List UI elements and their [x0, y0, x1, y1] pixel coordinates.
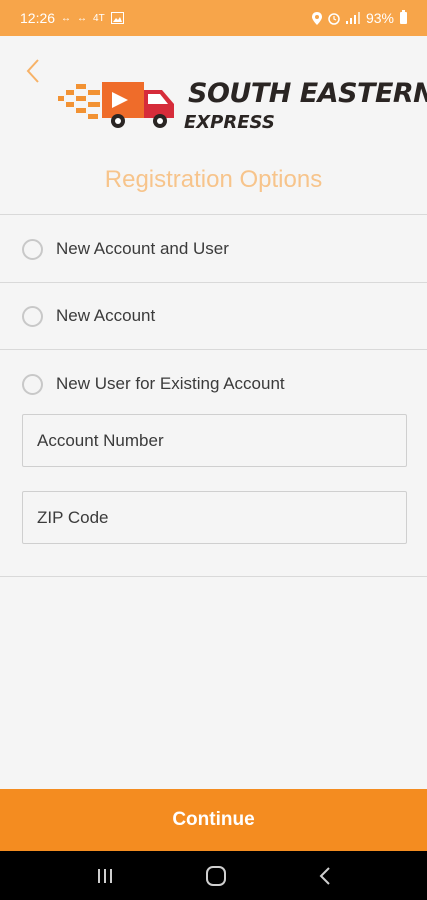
radio-button[interactable]	[22, 373, 43, 395]
status-bar: 12:26 ↔ ↔ 4T 93%	[0, 0, 427, 36]
page-title: Registration Options	[104, 166, 323, 193]
option-label: New Account	[56, 306, 156, 325]
divider	[0, 349, 427, 350]
option-new-account-and-user[interactable]: New Account and User	[0, 216, 427, 282]
data-transfer-icon: ↔	[77, 12, 88, 24]
network-type-icon: 4T	[93, 12, 105, 24]
option-new-account[interactable]: New Account	[0, 283, 427, 349]
logo-name: SOUTH EASTERN	[188, 78, 427, 109]
recents-icon[interactable]	[95, 867, 115, 885]
radio-button[interactable]	[22, 305, 43, 327]
divider	[0, 576, 427, 577]
option-label: New Account and User	[56, 239, 229, 258]
option-new-user-existing-account[interactable]: New User for Existing Account	[0, 351, 427, 417]
account-number-input[interactable]	[37, 430, 406, 451]
radio-button[interactable]	[22, 238, 43, 260]
data-transfer-icon: ↔	[61, 12, 72, 24]
zip-code-input[interactable]	[37, 507, 406, 528]
home-icon[interactable]	[205, 865, 227, 887]
account-number-field[interactable]	[22, 414, 407, 467]
chevron-left-icon	[26, 59, 39, 83]
signal-icon	[345, 12, 360, 24]
back-icon[interactable]	[318, 866, 332, 886]
battery-icon	[400, 10, 407, 24]
system-nav-bar	[0, 851, 427, 900]
alarm-icon	[328, 12, 340, 25]
truck-logo-icon	[58, 82, 174, 128]
status-right: 93%	[311, 10, 407, 26]
back-button[interactable]	[18, 56, 48, 86]
option-label: New User for Existing Account	[56, 374, 285, 393]
logo-tagline: EXPRESS	[184, 112, 275, 133]
continue-button[interactable]: Continue	[0, 789, 427, 851]
status-time: 12:26	[20, 10, 56, 26]
divider	[0, 214, 427, 215]
status-left: 12:26 ↔ ↔ 4T	[20, 10, 124, 26]
battery-percent: 93%	[365, 10, 394, 26]
zip-code-field[interactable]	[22, 491, 407, 544]
location-icon	[311, 11, 322, 25]
image-icon	[110, 12, 124, 24]
company-logo: SOUTH EASTERN EXPRESS	[56, 74, 427, 138]
